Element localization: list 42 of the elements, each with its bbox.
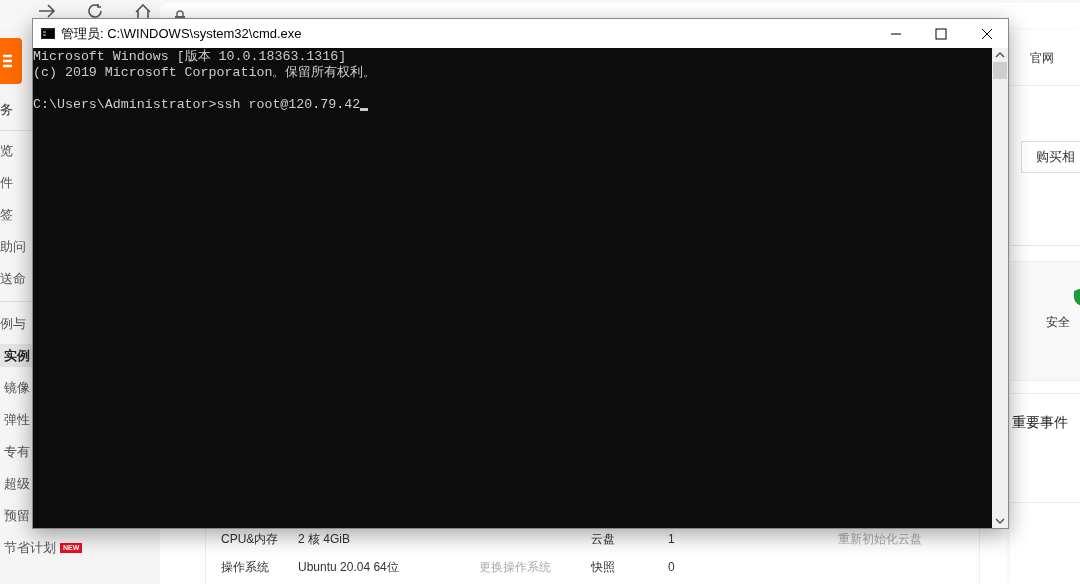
sidebar-item[interactable]: 签	[0, 204, 13, 225]
spec-value: 0	[668, 559, 676, 576]
cursor-icon	[360, 108, 369, 111]
spec-value: 2 核 4GiB	[298, 531, 352, 548]
command-line: C:\Users\Administrator>ssh root@120.79.42	[33, 97, 361, 113]
sidebar-item[interactable]: 预留	[4, 505, 30, 526]
sidebar-item[interactable]: 览	[0, 140, 13, 161]
home-icon[interactable]	[134, 4, 152, 18]
sidebar-title: 务	[0, 101, 13, 119]
scrollbar[interactable]	[992, 48, 1008, 528]
sidebar-item[interactable]: 专有	[4, 441, 30, 462]
window-title: 管理员: C:\WINDOWS\system32\cmd.exe	[61, 24, 303, 43]
header-link[interactable]: 官网	[1030, 48, 1054, 67]
sidebar-item[interactable]: 件	[0, 172, 13, 193]
sidebar-item[interactable]: 弹性	[4, 409, 30, 430]
refresh-icon[interactable]	[86, 4, 104, 18]
spec-label: CPU&内存	[221, 531, 280, 548]
forward-icon[interactable]	[38, 4, 56, 18]
spec-label: 操作系统	[221, 559, 270, 576]
scroll-up-icon[interactable]	[995, 51, 1005, 59]
buy-same-button[interactable]: 购买相	[1021, 141, 1080, 173]
sidebar-item[interactable]: 送命	[0, 268, 26, 289]
spec-value: Ubuntu 20.04 64位	[298, 559, 400, 576]
scroll-down-icon[interactable]	[995, 517, 1005, 525]
scroll-thumb[interactable]	[993, 62, 1007, 79]
shield-icon	[1072, 287, 1080, 307]
events-title: 重要事件	[1012, 413, 1069, 432]
spec-value: 1	[668, 531, 676, 548]
spec-label: 快照	[591, 559, 616, 576]
sidebar-item[interactable]: 节省计划	[4, 537, 56, 558]
sidebar-item[interactable]: 超级	[4, 473, 30, 494]
console-line: (c) 2019 Microsoft Corporation。保留所有权利。	[33, 65, 378, 81]
console-icon	[41, 28, 55, 39]
security-label: 安全	[1046, 314, 1071, 331]
close-icon[interactable]	[981, 27, 993, 40]
sidebar-item[interactable]: 实例	[0, 344, 32, 367]
sidebar-item[interactable]: 镜像	[4, 377, 30, 398]
group-heading: 例与	[0, 314, 27, 333]
console-line: Microsoft Windows [版本 10.0.18363.1316]	[33, 49, 348, 65]
maximize-icon[interactable]	[935, 27, 947, 40]
sidebar-item[interactable]: 助问	[0, 236, 26, 257]
spec-label: 云盘	[591, 531, 616, 548]
